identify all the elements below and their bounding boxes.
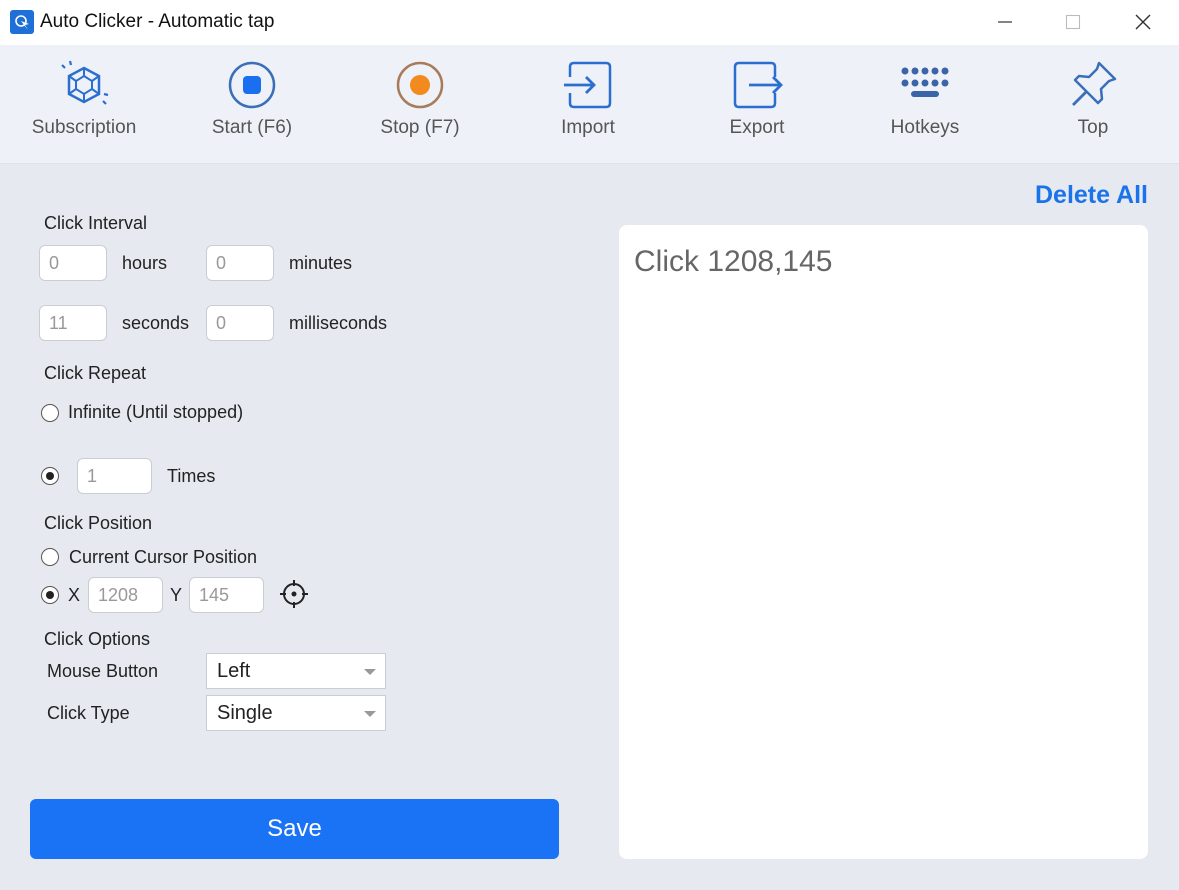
times-radio[interactable] xyxy=(41,467,59,485)
app-logo-icon xyxy=(10,10,34,34)
diamond-icon xyxy=(54,55,114,115)
click-type-select[interactable]: Single xyxy=(206,695,386,731)
infinite-label[interactable]: Infinite (Until stopped) xyxy=(68,402,243,423)
y-label: Y xyxy=(170,585,183,605)
chevron-down-icon xyxy=(364,669,376,675)
toolbar-label-stop: Stop (F7) xyxy=(380,117,460,138)
toolbar-label-subscription: Subscription xyxy=(31,117,137,138)
times-input[interactable]: 1 xyxy=(77,458,152,494)
toolbar-label-start: Start (F6) xyxy=(211,117,293,138)
subscription-button[interactable]: Subscription xyxy=(14,55,154,155)
click-type-label: Click Type xyxy=(47,703,130,723)
mouse-button-select[interactable]: Left xyxy=(206,653,386,689)
hours-input[interactable]: 0 xyxy=(39,245,107,281)
click-type-value: Single xyxy=(217,702,273,724)
crosshair-icon xyxy=(280,580,308,608)
mouse-button-label: Mouse Button xyxy=(47,661,159,681)
mouse-button-value: Left xyxy=(217,660,251,682)
import-icon xyxy=(558,55,618,115)
milliseconds-label: milliseconds xyxy=(289,313,388,333)
seconds-label: seconds xyxy=(122,313,190,333)
stop-button[interactable]: Stop (F7) xyxy=(350,55,490,155)
chevron-down-icon xyxy=(364,711,376,717)
minimize-button[interactable] xyxy=(985,7,1025,37)
close-button[interactable] xyxy=(1123,7,1163,37)
times-label: Times xyxy=(167,466,216,486)
click-options-heading: Click Options xyxy=(44,629,151,649)
click-list-panel: Click 1208,145 xyxy=(619,225,1148,859)
y-coordinate-input[interactable]: 145 xyxy=(189,577,264,613)
export-button[interactable]: Export xyxy=(687,55,827,155)
title-bar: Auto Clicker - Automatic tap xyxy=(0,0,1179,45)
pin-icon xyxy=(1063,55,1123,115)
start-button[interactable]: Start (F6) xyxy=(182,55,322,155)
window-title: Auto Clicker - Automatic tap xyxy=(40,11,275,32)
maximize-button[interactable] xyxy=(1053,7,1093,37)
list-item[interactable]: Click 1208,145 xyxy=(634,245,832,279)
hours-label: hours xyxy=(122,253,168,273)
cursor-position-label[interactable]: Current Cursor Position xyxy=(69,547,257,568)
seconds-input[interactable]: 11 xyxy=(39,305,107,341)
hotkeys-button[interactable]: Hotkeys xyxy=(855,55,995,155)
delete-all-button[interactable]: Delete All xyxy=(1035,181,1148,210)
toolbar-label-export: Export xyxy=(729,117,785,138)
keyboard-icon xyxy=(895,55,955,115)
save-button[interactable]: Save xyxy=(30,799,559,859)
toolbar: Subscription Start (F6) Stop (F7) Import… xyxy=(0,45,1179,164)
import-button[interactable]: Import xyxy=(518,55,658,155)
minutes-input[interactable]: 0 xyxy=(206,245,274,281)
click-interval-heading: Click Interval xyxy=(44,213,148,233)
crosshair-pick-button[interactable] xyxy=(278,578,310,610)
toolbar-label-import: Import xyxy=(561,117,615,138)
xy-position-radio[interactable] xyxy=(41,586,59,604)
record-stop-icon xyxy=(390,55,450,115)
milliseconds-input[interactable]: 0 xyxy=(206,305,274,341)
top-button[interactable]: Top xyxy=(1023,55,1163,155)
click-position-heading: Click Position xyxy=(44,513,153,533)
export-icon xyxy=(727,55,787,115)
record-start-icon xyxy=(222,55,282,115)
x-label: X xyxy=(68,585,81,605)
cursor-position-radio[interactable] xyxy=(41,548,59,566)
x-coordinate-input[interactable]: 1208 xyxy=(88,577,163,613)
infinite-radio[interactable] xyxy=(41,404,59,422)
minutes-label: minutes xyxy=(289,253,353,273)
toolbar-label-hotkeys: Hotkeys xyxy=(890,117,960,138)
toolbar-label-top: Top xyxy=(1077,117,1109,138)
click-repeat-heading: Click Repeat xyxy=(44,363,147,383)
